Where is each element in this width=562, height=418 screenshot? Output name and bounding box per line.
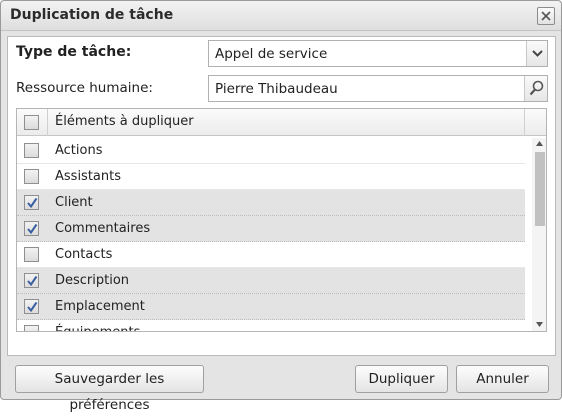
grid-scrollbar[interactable] xyxy=(532,138,546,331)
resource-search-button[interactable] xyxy=(524,76,547,101)
resource-label: Ressource humaine: xyxy=(16,80,153,96)
list-item[interactable]: Équipements xyxy=(17,320,525,331)
resource-value: Pierre Thibaudeau xyxy=(215,81,338,97)
cancel-button[interactable]: Annuler xyxy=(456,365,549,393)
list-item[interactable]: Emplacement xyxy=(17,294,525,320)
checkmark-icon xyxy=(27,301,38,313)
list-item[interactable]: Client xyxy=(17,190,525,216)
scroll-down-icon[interactable] xyxy=(536,322,543,327)
checkmark-icon xyxy=(27,197,38,209)
dialog-body: Type de tâche: Appel de service Ressourc… xyxy=(7,36,556,356)
elements-grid: Éléments à dupliquer Actions Assistants Cl… xyxy=(16,108,547,332)
task-type-value: Appel de service xyxy=(215,46,328,62)
dialog-titlebar[interactable]: Duplication de tâche xyxy=(1,1,561,31)
row-checkbox[interactable] xyxy=(24,221,39,236)
row-label: Client xyxy=(55,195,93,210)
scrollbar-thumb[interactable] xyxy=(535,152,545,226)
row-label: Emplacement xyxy=(55,299,145,314)
close-icon xyxy=(541,11,551,21)
row-label: Équipements xyxy=(55,325,140,331)
row-checkbox[interactable] xyxy=(24,325,39,331)
list-item[interactable]: Actions xyxy=(17,138,525,164)
duplicate-button[interactable]: Dupliquer xyxy=(355,365,448,393)
close-button[interactable] xyxy=(537,7,555,25)
grid-header-label: Éléments à dupliquer xyxy=(55,114,194,129)
task-type-label: Type de tâche: xyxy=(16,44,132,60)
row-checkbox[interactable] xyxy=(24,195,39,210)
list-item[interactable]: Commentaires xyxy=(17,216,525,242)
row-label: Commentaires xyxy=(55,221,151,236)
row-label: Actions xyxy=(55,143,103,158)
checkmark-icon xyxy=(27,223,38,235)
duplication-dialog: Duplication de tâche Type de tâche: Appe… xyxy=(0,0,562,413)
column-divider xyxy=(47,109,48,136)
row-label: Assistants xyxy=(55,169,121,184)
list-item[interactable]: Contacts xyxy=(17,242,525,268)
resource-field[interactable]: Pierre Thibaudeau xyxy=(208,75,548,102)
row-checkbox[interactable] xyxy=(24,273,39,288)
checkmark-icon xyxy=(27,275,38,287)
select-all-checkbox[interactable] xyxy=(24,115,39,130)
scroll-up-icon[interactable] xyxy=(536,141,543,146)
row-checkbox[interactable] xyxy=(24,143,39,158)
column-divider xyxy=(524,109,525,136)
row-checkbox[interactable] xyxy=(24,299,39,314)
row-checkbox[interactable] xyxy=(24,169,39,184)
row-label: Description xyxy=(55,273,130,288)
save-preferences-button[interactable]: Sauvegarder les préférences xyxy=(15,365,204,413)
task-type-select[interactable]: Appel de service xyxy=(208,40,548,67)
grid-header: Éléments à dupliquer xyxy=(17,109,546,136)
dialog-title: Duplication de tâche xyxy=(10,7,174,23)
task-type-dropdown-button[interactable] xyxy=(526,41,547,66)
list-item[interactable]: Description xyxy=(17,268,525,294)
chevron-down-icon xyxy=(532,50,543,57)
list-item[interactable]: Assistants xyxy=(17,164,525,190)
search-icon xyxy=(529,80,544,96)
row-checkbox[interactable] xyxy=(24,247,39,262)
row-label: Contacts xyxy=(55,247,113,262)
